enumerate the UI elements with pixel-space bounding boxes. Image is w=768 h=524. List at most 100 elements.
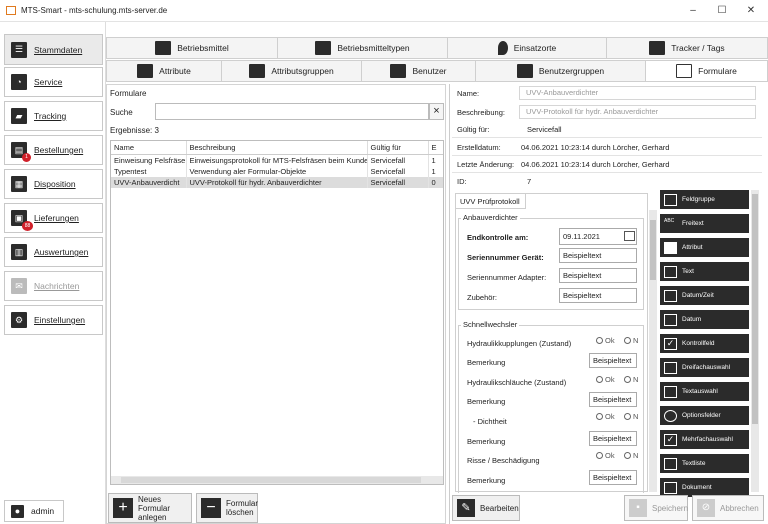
sidebar-item-disposition[interactable]: ▦ Disposition [4, 169, 103, 199]
clear-search-button[interactable]: × [429, 103, 444, 120]
list-icon [664, 361, 677, 374]
radio-ok[interactable]: Ok [596, 336, 615, 345]
tab-formulare[interactable]: Formulare [646, 60, 768, 82]
radio-label: N [633, 412, 639, 421]
form-scrollbar[interactable] [649, 210, 657, 492]
search-input[interactable] [155, 103, 429, 120]
palette-label: Textliste [682, 460, 706, 467]
search-label: Suche [110, 108, 133, 117]
radio-ok[interactable]: Ok [596, 375, 615, 384]
sidebar-item-auswertungen[interactable]: ▥ Auswertungen [4, 237, 103, 267]
table-row[interactable]: Einweisung Felsfräse Einweisungsprotokol… [111, 154, 443, 166]
palette-dreifachauswahl[interactable]: Dreifachauswahl [660, 358, 749, 377]
palette-text[interactable]: Text [660, 262, 749, 281]
bemerkung-input[interactable]: Beispieltext [589, 431, 637, 446]
bemerkung-input[interactable]: Beispieltext [589, 470, 637, 485]
sidebar-item-stammdaten[interactable]: ☰ Stammdaten [4, 34, 103, 65]
palette-mehrfachauswahl[interactable]: ✓ Mehrfachauswahl [660, 430, 749, 449]
window-title: MTS-Smart - mts-schulung.mts-server.de [21, 6, 168, 15]
location-icon [497, 41, 508, 55]
tab-attributsgruppen[interactable]: Attributsgruppen [222, 60, 362, 82]
name-label: Name: [457, 89, 480, 98]
palette-label: Freitext [682, 220, 704, 227]
palette-textauswahl[interactable]: Textauswahl [660, 382, 749, 401]
palette-textliste[interactable]: Textliste [660, 454, 749, 473]
palette-optionsfelder[interactable]: Optionsfelder [660, 406, 749, 425]
scrollbar-thumb[interactable] [650, 220, 656, 280]
new-form-button[interactable]: + Neues Formular anlegen [108, 493, 192, 523]
sidebar-item-lieferungen[interactable]: ▣ 88 Lieferungen [4, 203, 103, 233]
tab-attribute[interactable]: Attribute [106, 60, 222, 82]
tab-label: Benutzer [412, 66, 447, 76]
palette-freitext[interactable]: ABC Freitext [660, 214, 749, 233]
save-icon: ▪ [629, 499, 647, 517]
minimize-button[interactable]: – [680, 3, 706, 19]
datetime-icon [664, 289, 677, 302]
radio-circle [624, 452, 631, 459]
tab-uvv-pruefprotokoll[interactable]: UVV Prüfprotokoll [456, 194, 526, 209]
row-label: Bemerkung [467, 358, 506, 367]
column-header[interactable]: E [428, 141, 443, 155]
cell-valid: Servicefall [367, 166, 429, 177]
sidebar-item-label: Einstellungen [34, 315, 86, 325]
sidebar-item-tracking[interactable]: ▰ Tracking [4, 101, 103, 131]
radio-circle [596, 376, 603, 383]
save-button[interactable]: ▪ Speichern [624, 495, 688, 521]
tab-tracker-tags[interactable]: Tracker / Tags [607, 37, 768, 59]
radio-label: N [633, 336, 639, 345]
barcode-icon [649, 41, 666, 55]
user-button[interactable]: ● admin [4, 500, 64, 522]
button-label-line1: Formular [226, 499, 259, 508]
tab-benutzer[interactable]: Benutzer [362, 60, 476, 82]
bemerkung-input[interactable]: Beispieltext [589, 353, 637, 368]
cell-e: 1 [428, 154, 443, 166]
radio-ok[interactable]: Ok [596, 412, 615, 421]
radio-n[interactable]: N [624, 336, 642, 345]
table-row-selected[interactable]: UVV-Anbauverdicht UVV-Protokoll für hydr… [111, 177, 443, 188]
horizontal-scrollbar[interactable] [111, 476, 443, 484]
bemerkung-input[interactable]: Beispieltext [589, 392, 637, 407]
palette-kontrollfeld[interactable]: ✓ Kontrollfeld [660, 334, 749, 353]
sn-geraet-input[interactable]: Beispieltext [559, 248, 637, 263]
tab-betriebsmitteltypen[interactable]: Betriebsmitteltypen [278, 37, 448, 59]
tab-benutzergruppen[interactable]: Benutzergruppen [476, 60, 646, 82]
column-header[interactable]: Beschreibung [186, 141, 368, 155]
radio-n[interactable]: N [624, 412, 642, 421]
tab-betriebsmittel[interactable]: Betriebsmittel [106, 37, 278, 59]
table-row[interactable]: Typentest Verwendung aler Formular-Objek… [111, 166, 443, 177]
delete-form-button[interactable]: − Formular löschen [196, 493, 258, 523]
scrollbar-thumb[interactable] [121, 477, 421, 483]
scrollbar-thumb[interactable] [752, 194, 758, 424]
table-header: Name Beschreibung Gültig für E [111, 141, 443, 155]
sidebar-item-einstellungen[interactable]: ⚙ Einstellungen [4, 305, 103, 335]
title-bar: MTS-Smart - mts-schulung.mts-server.de –… [0, 0, 768, 22]
radio-n[interactable]: N [624, 451, 642, 460]
column-header[interactable]: Name [111, 141, 187, 155]
sidebar-item-service[interactable]: ◔ Service [4, 67, 103, 97]
tab-einsatzorte[interactable]: Einsatzorte [448, 37, 607, 59]
palette-datum-zeit[interactable]: Datum/Zeit [660, 286, 749, 305]
palette-feldgruppe[interactable]: Feldgruppe [660, 190, 749, 209]
radio-ok[interactable]: Ok [596, 451, 615, 460]
edit-button[interactable]: ✎ Bearbeiten [452, 495, 520, 521]
palette-label: Datum/Zeit [682, 292, 714, 299]
sn-adapter-input[interactable]: Beispieltext [559, 268, 637, 283]
document-icon [664, 481, 677, 494]
maximize-button[interactable]: ☐ [709, 3, 735, 19]
description-field[interactable]: UVV-Protokoll für hydr. Anbauverdichter [519, 105, 756, 119]
column-header[interactable]: Gültig für [367, 141, 429, 155]
cancel-button[interactable]: ⊘ Abbrechen [692, 495, 764, 521]
group-schnellwechsler [458, 325, 644, 493]
name-field[interactable]: UVV-Anbauverdichter [519, 86, 756, 100]
palette-datum[interactable]: Datum [660, 310, 749, 329]
radio-n[interactable]: N [624, 375, 642, 384]
close-button[interactable]: ✕ [738, 3, 764, 19]
calendar-icon[interactable] [624, 231, 635, 241]
palette-scrollbar[interactable] [751, 190, 759, 492]
sidebar-item-bestellungen[interactable]: ▤ 1 Bestellungen [4, 135, 103, 165]
plus-icon: + [113, 498, 133, 518]
palette-attribut[interactable]: Attribut [660, 238, 749, 257]
zubehoer-input[interactable]: Beispieltext [559, 288, 637, 303]
palette-label: Datum [682, 316, 702, 323]
tabbar-top: Betriebsmittel Betriebsmitteltypen Einsa… [106, 37, 768, 59]
